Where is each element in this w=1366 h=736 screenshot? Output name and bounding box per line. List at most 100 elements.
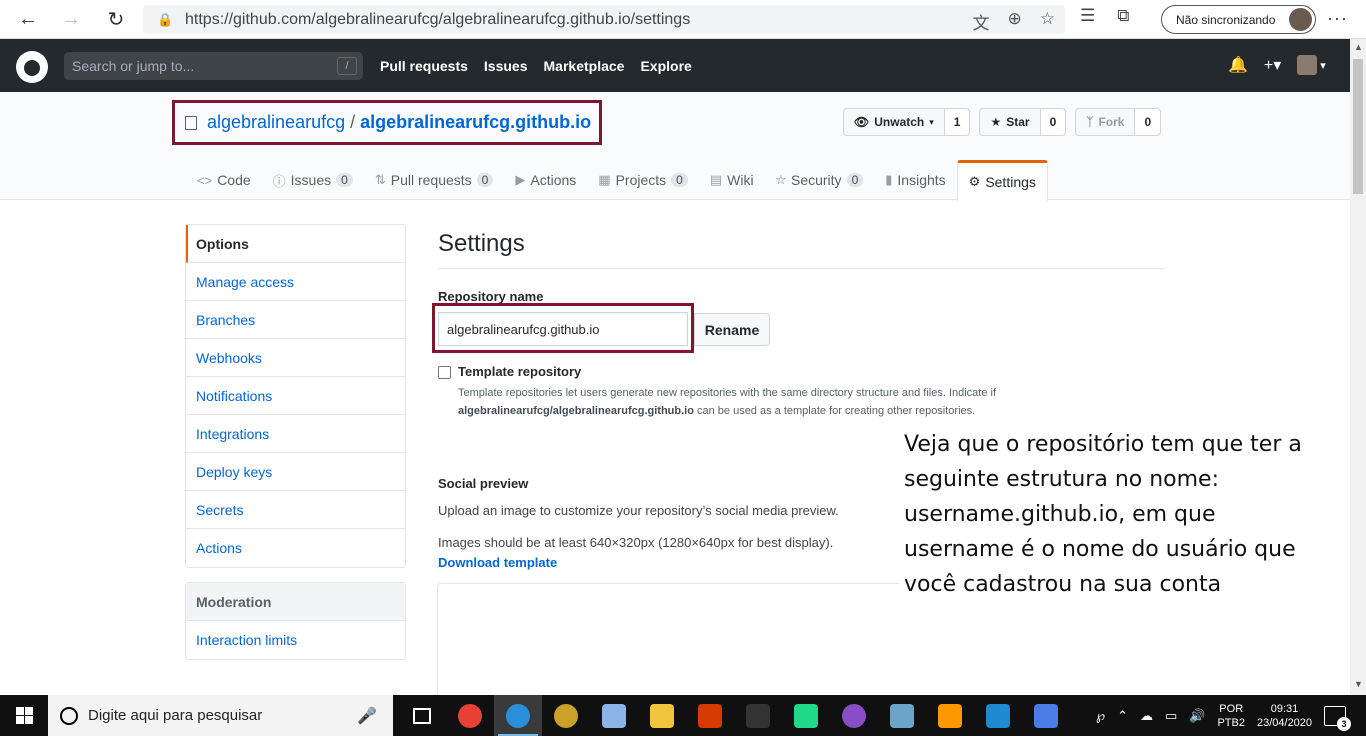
language-indicator[interactable]: POR PTB2 <box>1217 702 1245 730</box>
back-icon[interactable]: ← <box>10 0 46 39</box>
paint-icon[interactable] <box>1022 695 1070 736</box>
file-explorer-icon[interactable] <box>638 695 686 736</box>
geogebra-icon[interactable] <box>542 695 590 736</box>
play-icon: ▶ <box>515 172 526 187</box>
nav-explore[interactable]: Explore <box>640 58 691 74</box>
tab-wiki[interactable]: ▤ Wiki <box>699 160 765 200</box>
taskbar-search[interactable]: Digite aqui para pesquisar 🎤 <box>48 695 393 736</box>
repo-tabs: <> Code ⓘ Issues 0 ⇅ Pull requests 0 ▶ Actions… <box>186 160 1048 201</box>
sublime-icon[interactable] <box>926 695 974 736</box>
chevron-up-icon[interactable]: ⌃ <box>1117 708 1128 724</box>
notification-icon[interactable]: 3 <box>1324 705 1352 731</box>
github-header: Search or jump to... / Pull requests Iss… <box>0 39 1350 92</box>
social-preview-desc: Upload an image to customize your reposi… <box>438 503 839 518</box>
file-app-icon[interactable] <box>590 695 638 736</box>
side-item-branches[interactable]: Branches <box>186 301 405 339</box>
microphone-icon[interactable]: 🎤 <box>357 706 377 726</box>
chevron-down-icon: ▾ <box>1320 59 1326 72</box>
scroll-thumb[interactable] <box>1353 59 1363 194</box>
edge-icon[interactable] <box>494 695 542 736</box>
terminal-icon[interactable] <box>734 695 782 736</box>
forward-icon[interactable]: → <box>53 0 89 39</box>
tab-insights[interactable]: ▮ Insights <box>874 160 956 200</box>
windows-start-icon[interactable] <box>0 695 48 736</box>
favorite-icon[interactable]: ☆ <box>1040 9 1055 34</box>
tab-issues[interactable]: ⓘ Issues 0 <box>262 160 364 200</box>
taskbar: Digite aqui para pesquisar 🎤 ℘ ⌃ ☁ ▭ 🔊 P… <box>0 695 1366 736</box>
repo-name-link[interactable]: algebralinearufcg.github.io <box>360 112 591 133</box>
tab-actions[interactable]: ▶ Actions <box>504 160 587 200</box>
clock[interactable]: 09:31 23/04/2020 <box>1257 702 1312 730</box>
task-view-icon[interactable] <box>398 695 446 736</box>
volume-icon[interactable]: 🔊 <box>1189 708 1205 724</box>
rename-button[interactable]: Rename <box>694 313 770 346</box>
favorites-list-icon[interactable]: ☰ <box>1080 6 1095 26</box>
fork-count[interactable]: 0 <box>1135 108 1162 136</box>
plus-icon[interactable]: +▾ <box>1264 55 1281 75</box>
repo-name-input[interactable]: algebralinearufcg.github.io <box>438 312 688 346</box>
side-item-actions[interactable]: Actions <box>186 529 405 567</box>
keyboard-layout: PTB2 <box>1217 716 1245 729</box>
tab-label: Code <box>217 172 251 188</box>
vscode-icon[interactable] <box>974 695 1022 736</box>
chevron-down-icon: ▾ <box>929 116 934 127</box>
side-item-integrations[interactable]: Integrations <box>186 415 405 453</box>
repo-header: algebralinearufcg / algebralinearufcg.gi… <box>0 92 1350 201</box>
search-input[interactable]: Search or jump to... / <box>64 52 363 80</box>
lock-icon: 🔒 <box>157 11 174 27</box>
scrollbar[interactable]: ▲ ▼ <box>1350 39 1366 695</box>
fork-button[interactable]: ᛉ Fork <box>1075 108 1136 136</box>
profile-sync-button[interactable]: Não sincronizando <box>1161 5 1316 34</box>
side-item-manage-access[interactable]: Manage access <box>186 263 405 301</box>
scroll-up-icon[interactable]: ▲ <box>1354 42 1363 52</box>
tab-label: Actions <box>530 172 577 188</box>
battery-icon[interactable]: ▭ <box>1165 708 1177 724</box>
divider <box>438 268 1165 269</box>
nav-marketplace[interactable]: Marketplace <box>544 58 625 74</box>
tab-code[interactable]: <> Code <box>186 160 262 200</box>
side-item-secrets[interactable]: Secrets <box>186 491 405 529</box>
github-logo-icon[interactable] <box>16 51 48 83</box>
side-item-webhooks[interactable]: Webhooks <box>186 339 405 377</box>
watch-button[interactable]: 👁 Unwatch ▾ <box>843 108 945 136</box>
browser-toolbar: ← → ↻ 🔒 https://github.com/algebralinear… <box>0 0 1366 39</box>
side-item-options[interactable]: Options <box>186 225 405 263</box>
bell-icon[interactable]: 🔔 <box>1228 55 1248 75</box>
side-item-interaction-limits[interactable]: Interaction limits <box>186 621 405 659</box>
address-bar[interactable]: 🔒 https://github.com/algebralinearufcg/a… <box>143 5 1065 34</box>
annotation-line: Veja que o repositório tem que ter a <box>904 432 1302 457</box>
zoom-icon[interactable]: ⊕ <box>1008 9 1022 34</box>
tab-settings[interactable]: ⚙ Settings <box>956 160 1048 201</box>
cloud-icon[interactable]: ☁ <box>1140 708 1153 724</box>
repo-owner-link[interactable]: algebralinearufcg <box>207 112 345 133</box>
refresh-icon[interactable]: ↻ <box>98 0 134 39</box>
star-count[interactable]: 0 <box>1040 108 1067 136</box>
tab-pull-requests[interactable]: ⇅ Pull requests 0 <box>364 160 505 200</box>
template-checkbox[interactable] <box>438 366 451 379</box>
pycharm-icon[interactable] <box>782 695 830 736</box>
shield-icon: ⛦ <box>775 172 786 187</box>
people-icon[interactable]: ℘ <box>1096 708 1105 724</box>
office-icon[interactable] <box>686 695 734 736</box>
collections-icon[interactable]: ⧉ <box>1117 6 1129 26</box>
system-tray: ℘ ⌃ ☁ ▭ 🔊 POR PTB2 09:31 23/04/2020 3 <box>1096 695 1352 736</box>
translate-icon[interactable]: 文 <box>973 9 990 34</box>
side-item-notifications[interactable]: Notifications <box>186 377 405 415</box>
moderation-menu: Moderation Interaction limits <box>185 582 406 660</box>
github-desktop-icon[interactable] <box>830 695 878 736</box>
user-menu[interactable]: ▾ <box>1297 55 1326 75</box>
tab-security[interactable]: ⛦ Security 0 <box>765 160 875 200</box>
profile-avatar <box>1289 8 1312 31</box>
star-button[interactable]: ★ Star <box>979 108 1041 136</box>
chrome-icon[interactable] <box>446 695 494 736</box>
header-nav: Pull requests Issues Marketplace Explore <box>380 58 692 74</box>
scroll-down-icon[interactable]: ▼ <box>1354 679 1363 689</box>
more-icon[interactable]: ··· <box>1327 8 1348 29</box>
tab-projects[interactable]: ▦ Projects 0 <box>587 160 699 200</box>
side-item-deploy-keys[interactable]: Deploy keys <box>186 453 405 491</box>
notepad-icon[interactable] <box>878 695 926 736</box>
nav-issues[interactable]: Issues <box>484 58 528 74</box>
watch-count[interactable]: 1 <box>944 108 971 136</box>
download-template-link[interactable]: Download template <box>438 555 557 570</box>
nav-pull-requests[interactable]: Pull requests <box>380 58 468 74</box>
